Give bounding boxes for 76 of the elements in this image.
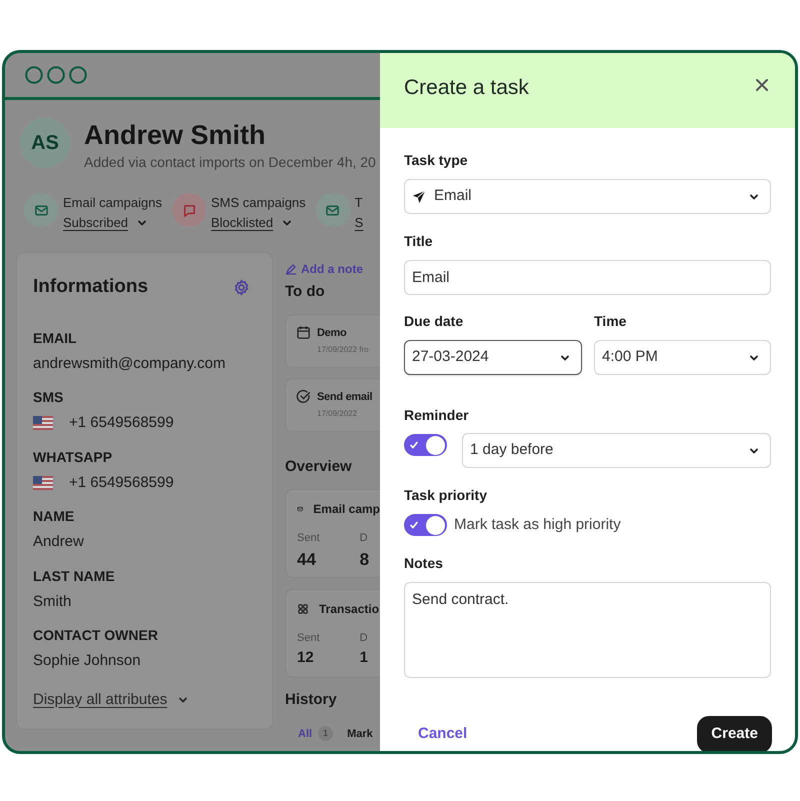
check-circle-icon [296, 388, 311, 404]
field-value: Andrew [33, 532, 85, 552]
attributes-link[interactable]: Display all attributes [33, 688, 168, 711]
card-title: Informations [33, 275, 148, 299]
stat-label: D [360, 631, 369, 646]
stat-label: Sent [297, 631, 320, 646]
field-label: Task priority [404, 486, 488, 505]
calendar-icon [296, 324, 311, 340]
section-title: History [285, 690, 338, 710]
status-dropdown[interactable]: S [354, 213, 364, 233]
contact-name: Andrew Smith [84, 119, 267, 152]
status-dropdown[interactable]: Subscribed [63, 213, 128, 233]
panel-title: Create a task [404, 75, 529, 101]
stat-label: D [360, 531, 369, 546]
field-label: Notes [404, 554, 444, 572]
task-title: Demo [317, 326, 348, 340]
flag-icon [33, 476, 53, 490]
toggle-switch[interactable] [404, 434, 447, 456]
count-badge: 1 [318, 726, 334, 742]
field-label: SMS [33, 388, 64, 407]
field-value: +1 6549568599 [69, 413, 174, 433]
field-label: NAME [33, 507, 76, 526]
contact-subtitle: Added via contact imports on December 4h, 20 [84, 153, 376, 172]
field-label: Time [594, 312, 628, 331]
status-dropdown[interactable]: Blocklisted [211, 213, 274, 233]
stat-label: Sent [297, 531, 320, 546]
dropdown[interactable]: 1 day before [462, 433, 771, 468]
stat-value: 1 [360, 648, 369, 668]
card-title: Email camp [313, 501, 380, 518]
task-date: 17/09/2022 fro [317, 344, 369, 356]
close-icon[interactable] [755, 78, 769, 92]
field-label: WHATSAPP [33, 448, 114, 466]
dropdown[interactable]: Email [404, 179, 771, 214]
grid-icon [297, 603, 309, 615]
field-label: EMAIL [33, 328, 78, 348]
send-icon [412, 190, 426, 204]
mail-icon [316, 193, 350, 227]
pencil-icon [285, 263, 297, 275]
section-title: To do [285, 282, 326, 302]
settings-icon[interactable] [233, 278, 250, 296]
stat-value: 8 [360, 548, 370, 570]
field-value: Smith [33, 592, 72, 612]
channel-label: SMS campaigns [211, 194, 306, 212]
mail-icon [24, 193, 58, 227]
check-icon [409, 520, 419, 530]
field-value: +1 6549568599 [69, 472, 174, 492]
section-title: Overview [285, 456, 353, 476]
notes-field[interactable]: Send contract. [404, 582, 771, 678]
input-field[interactable]: Email [404, 260, 771, 295]
flag-icon [33, 416, 53, 430]
card-title: Transactio [319, 601, 380, 618]
field-label: Task type [404, 151, 469, 170]
field-label: Reminder [404, 406, 470, 425]
dropdown[interactable]: 4:00 PM [594, 340, 771, 375]
field-label: Due date [404, 312, 464, 331]
cancel-link[interactable]: Cancel [418, 722, 468, 746]
toggle-switch[interactable] [404, 514, 447, 536]
stat-value: 44 [297, 548, 317, 570]
chat-icon [172, 193, 206, 227]
stat-value: 12 [297, 648, 315, 668]
check-icon [409, 440, 419, 450]
task-date: 17/09/2022 [317, 408, 358, 420]
field-value: Sophie Johnson [33, 651, 142, 671]
channel-label: T [354, 194, 364, 212]
create-button[interactable]: Create [697, 716, 772, 751]
history-tab[interactable]: Mark [347, 726, 373, 742]
field-label: Title [404, 232, 434, 251]
history-tab[interactable]: All 1 [298, 726, 334, 742]
field-label: CONTACT OWNER [33, 626, 159, 645]
dropdown[interactable]: 27-03-2024 [404, 340, 582, 375]
field-label: LAST NAME [33, 566, 116, 586]
field-value: andrewsmith@company.com [33, 354, 227, 374]
avatar: AS [20, 118, 70, 168]
toggle-label: Mark task as high priority [454, 515, 621, 535]
channel-label: Email campaigns [63, 194, 162, 212]
task-title: Send email [317, 390, 372, 404]
